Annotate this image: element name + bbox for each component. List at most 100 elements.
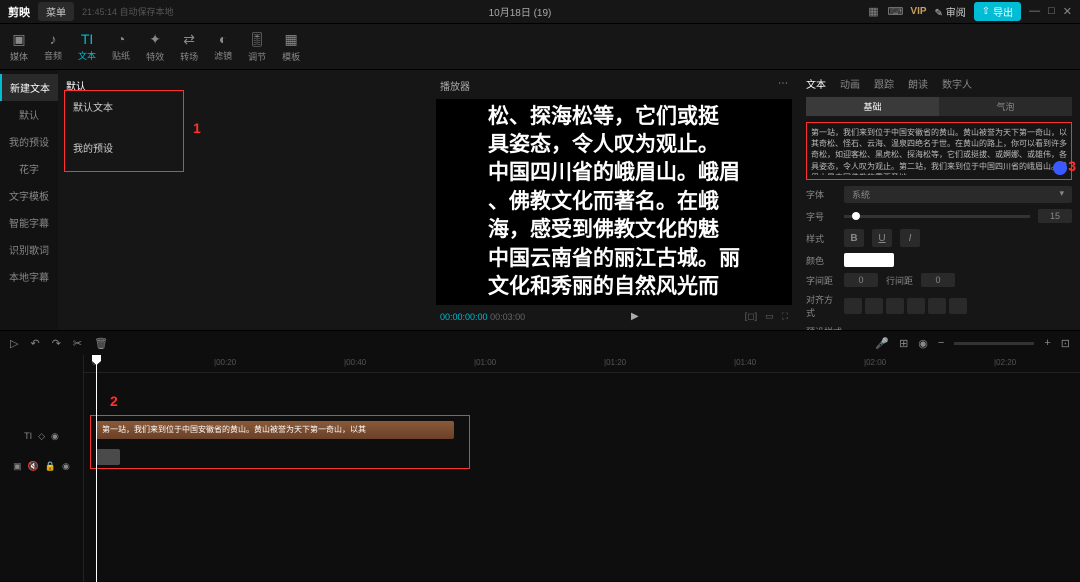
size-slider[interactable] <box>844 215 1030 218</box>
select-tool[interactable]: ▷ <box>10 337 18 350</box>
review-button[interactable]: ✎ 审阅 <box>935 4 966 19</box>
subtab-basic[interactable]: 基础 <box>806 97 939 116</box>
tool-media[interactable]: ▣媒体 <box>10 31 28 63</box>
resolution-icon[interactable]: ▭ <box>765 311 774 322</box>
align-bottom-button[interactable] <box>949 298 967 314</box>
color-picker[interactable] <box>844 253 894 267</box>
ai-badge-icon[interactable] <box>1053 161 1067 175</box>
align-left-button[interactable] <box>844 298 862 314</box>
inspector-panel: 文本 动画 跟踪 朗读 数字人 基础 气泡 第一站，我们来到位于中国安徽省的黄山… <box>798 70 1080 330</box>
lock-icon[interactable]: 🔒 <box>45 461 56 472</box>
template-icon: ▦ <box>285 31 298 48</box>
record-button[interactable]: 🎤 <box>875 337 889 350</box>
mute-icon[interactable]: 🔇 <box>28 461 39 472</box>
tool-sticker[interactable]: ◔贴纸 <box>112 31 130 62</box>
player-viewport[interactable]: 松、探海松等，它们或挺 具姿态，令人叹为观止。 中国四川省的峨眉山。峨眉 、佛教… <box>436 99 792 305</box>
preset-my-preset[interactable]: 我的预设 <box>65 120 183 161</box>
tool-template[interactable]: ▦模板 <box>282 31 300 63</box>
maximize-button[interactable]: □ <box>1048 5 1055 18</box>
player-time: 00:00:00:00 00:03:00 <box>440 312 525 322</box>
timeline-tracks[interactable]: 0 |00:20 |00:40 |01:00 |01:20 |01:40 |02… <box>84 355 1080 582</box>
undo-button[interactable]: ↶ <box>30 337 39 350</box>
tool-filter[interactable]: ◐滤镜 <box>214 31 232 62</box>
sidebar-local-caption[interactable]: 本地字幕 <box>0 263 58 290</box>
zoom-slider[interactable] <box>954 342 1034 345</box>
underline-button[interactable]: U <box>872 229 892 247</box>
layout-icon[interactable]: ▦ <box>866 5 880 19</box>
preset-default-text[interactable]: 默认文本 <box>65 91 183 120</box>
tool-transition[interactable]: ⇄转场 <box>180 31 198 63</box>
callout-number-2: 2 <box>110 393 118 409</box>
lock-icon[interactable]: ◇ <box>38 431 45 442</box>
playhead[interactable] <box>96 355 97 582</box>
sticker-icon: ◔ <box>117 31 125 47</box>
sidebar-auto-caption[interactable]: 智能字幕 <box>0 209 58 236</box>
sidebar-lyrics[interactable]: 识别歌词 <box>0 236 58 263</box>
timeline-ruler[interactable]: 0 |00:20 |00:40 |01:00 |01:20 |01:40 |02… <box>84 355 1080 373</box>
align-label: 对齐方式 <box>806 293 836 319</box>
sidebar-my-preset[interactable]: 我的预设 <box>0 128 58 155</box>
align-center-button[interactable] <box>865 298 883 314</box>
font-select[interactable]: 系统▾ <box>844 186 1072 203</box>
italic-button[interactable]: I <box>900 229 920 247</box>
tab-animation[interactable]: 动画 <box>840 76 860 91</box>
ratio-icon[interactable]: [◻] <box>745 311 757 322</box>
delete-button[interactable]: 🗑 <box>94 337 108 350</box>
export-button[interactable]: ⇧ 导出 <box>974 2 1021 21</box>
letter-spacing-input[interactable]: 0 <box>844 273 878 287</box>
align-top-button[interactable] <box>907 298 925 314</box>
tool-effect[interactable]: ✦特效 <box>146 31 164 63</box>
text-track-head[interactable]: TI ◇ ◉ <box>0 421 83 451</box>
redo-button[interactable]: ↷ <box>52 337 61 350</box>
menu-button[interactable]: 菜单 <box>38 2 74 21</box>
eye-icon[interactable]: ◉ <box>62 461 70 472</box>
tab-tracking[interactable]: 跟踪 <box>874 76 894 91</box>
bold-button[interactable]: B <box>844 229 864 247</box>
eye-icon[interactable]: ◉ <box>51 431 59 442</box>
text-content-box[interactable]: 第一站，我们来到位于中国安徽省的黄山。黄山被誉为天下第一奇山，以其奇松、怪石、云… <box>811 127 1067 175</box>
media-track-head[interactable]: ▣ 🔇 🔒 ◉ <box>0 451 83 481</box>
sidebar-template[interactable]: 文字模板 <box>0 182 58 209</box>
autosave-status: 21:45:14 自动保存本地 <box>82 5 174 18</box>
media-clip[interactable] <box>96 449 120 465</box>
zoom-out-button[interactable]: − <box>938 337 944 349</box>
close-button[interactable]: ✕ <box>1063 5 1072 18</box>
size-label: 字号 <box>806 210 836 223</box>
callout-number-1: 1 <box>193 120 201 136</box>
main-toolbar: ▣媒体 ♪音频 TI文本 ◔贴纸 ✦特效 ⇄转场 ◐滤镜 🎚调节 ▦模板 <box>0 24 1080 70</box>
tool-adjust[interactable]: 🎚调节 <box>248 31 266 63</box>
line-spacing-label: 行间距 <box>886 274 913 287</box>
tool-audio[interactable]: ♪音频 <box>44 31 62 62</box>
player-text-overlay: 松、探海松等，它们或挺 具姿态，令人叹为观止。 中国四川省的峨眉山。峨眉 、佛教… <box>488 103 740 301</box>
align-right-button[interactable] <box>886 298 904 314</box>
preset-style-label: 预设样式 <box>806 325 842 330</box>
tab-text[interactable]: 文本 <box>806 76 826 91</box>
split-button[interactable]: ✂ <box>73 337 82 350</box>
zoom-in-button[interactable]: + <box>1044 337 1050 349</box>
play-button[interactable]: ▶ <box>631 311 639 322</box>
player-menu-icon[interactable]: ⋯ <box>778 78 788 93</box>
minimize-button[interactable]: — <box>1029 5 1040 18</box>
sidebar-default[interactable]: 默认 <box>0 101 58 128</box>
zoom-fit-button[interactable]: ⊡ <box>1061 337 1070 350</box>
line-spacing-input[interactable]: 0 <box>921 273 955 287</box>
callout-box-1: 默认文本 我的预设 <box>64 90 184 172</box>
snap-toggle[interactable]: ⊞ <box>899 337 908 350</box>
align-middle-button[interactable] <box>928 298 946 314</box>
preview-toggle[interactable]: ◉ <box>918 337 928 350</box>
vip-badge[interactable]: VIP <box>910 6 926 17</box>
tab-tts[interactable]: 朗读 <box>908 76 928 91</box>
text-clip[interactable]: 第一站，我们来到位于中国安徽省的黄山。黄山被誉为天下第一奇山，以其 <box>96 421 454 439</box>
title-bar: 剪映 菜单 21:45:14 自动保存本地 10月18日 (19) ▦ ⌨ VI… <box>0 0 1080 24</box>
sidebar-fancy[interactable]: 花字 <box>0 155 58 182</box>
sidebar-new-text[interactable]: 新建文本 <box>0 74 58 101</box>
size-input[interactable]: 15 <box>1038 209 1072 223</box>
subtab-bubble[interactable]: 气泡 <box>939 97 1072 116</box>
tool-text[interactable]: TI文本 <box>78 31 96 62</box>
fullscreen-icon[interactable]: ⛶ <box>782 311 788 322</box>
tab-avatar[interactable]: 数字人 <box>942 76 972 91</box>
filter-icon: ◐ <box>219 31 227 47</box>
callout-number-3: 3 <box>1068 158 1076 174</box>
shortcut-icon[interactable]: ⌨ <box>888 5 902 19</box>
color-label: 颜色 <box>806 254 836 267</box>
